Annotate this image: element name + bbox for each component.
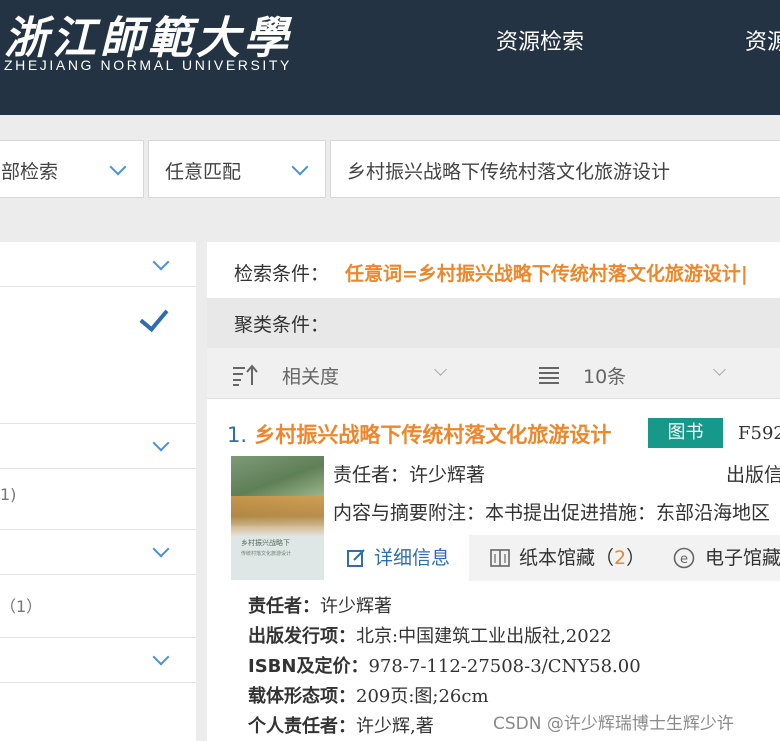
facet-header[interactable] [0, 242, 196, 287]
tab-detail-info[interactable]: 详细信息 [333, 535, 469, 581]
detail-responsible: 责任者：许少辉著 [248, 596, 392, 617]
tab-detail-label: 详细信息 [374, 547, 451, 569]
detail-isbn: ISBN及定价：978-7-112-27508-3/CNY58.00 [248, 656, 641, 677]
summary-line: 内容与摘要附注：本书提出促进措施：东部沿海地区 [333, 502, 771, 524]
call-number: F592 [738, 423, 780, 444]
search-conditions-value: 任意词=乡村振兴战略下传统村落文化旅游设计| [345, 263, 748, 285]
tab-paper-label: 纸本馆藏（2） [519, 547, 646, 569]
facet-item[interactable]: （1） [0, 575, 196, 638]
cover-subtitle: 传统村落文化旅游设计 [241, 551, 292, 557]
chevron-down-icon [152, 540, 170, 558]
university-logo-english: ZHEJIANG NORMAL UNIVERSITY [4, 57, 292, 73]
chevron-down-icon [109, 158, 127, 176]
facet-header[interactable] [0, 638, 196, 683]
detail-personal-responsible: 个人责任者：许少辉,著 [248, 716, 434, 737]
search-input[interactable]: 乡村振兴战略下传统村落文化旅游设计 [330, 140, 780, 198]
tab-paper-holdings[interactable]: 纸本馆藏（2） [483, 535, 646, 581]
cluster-conditions: 聚类条件： [207, 298, 780, 348]
nav-resource-2[interactable]: 资源 [745, 24, 780, 56]
result-title[interactable]: 1. 乡村振兴战略下传统村落文化旅游设计 [227, 419, 611, 449]
edit-icon [347, 549, 365, 567]
detail-physical: 载体形态项：209页:图;26cm [248, 686, 489, 707]
result-title-text: 乡村振兴战略下传统村落文化旅游设计 [254, 423, 612, 447]
search-conditions: 检索条件： 任意词=乡村振兴战略下传统村落文化旅游设计| [207, 242, 780, 298]
tab-electronic-holdings[interactable]: e 电子馆藏 [667, 535, 780, 581]
type-badge: 图书 [648, 418, 723, 448]
search-scope-select[interactable]: 部检索 [0, 140, 144, 198]
nav-resource-search[interactable]: 资源检索 [496, 24, 584, 56]
facet-panel: 1) （1） [0, 242, 196, 741]
chevron-down-icon [434, 363, 447, 376]
cluster-conditions-label: 聚类条件： [234, 314, 330, 336]
sort-toolbar: 相关度 10条 [207, 348, 780, 399]
per-page-select[interactable]: 10条 [583, 362, 626, 389]
responsible-line: 责任者：许少辉著 [333, 464, 486, 486]
match-mode-value: 任意匹配 [165, 161, 242, 183]
chevron-down-icon [152, 253, 170, 271]
match-mode-select[interactable]: 任意匹配 [148, 140, 326, 198]
results-panel: 检索条件： 任意词=乡村振兴战略下传统村落文化旅游设计| 聚类条件： 相关度 1… [207, 242, 780, 741]
watermark: CSDN @许少辉瑞博士生辉少许 [493, 714, 734, 734]
chevron-down-icon [291, 158, 309, 176]
sort-icon [233, 364, 258, 386]
result-tabs: 详细信息 纸本馆藏（2） e 电子馆藏 [333, 535, 780, 581]
cover-art [231, 496, 324, 536]
chevron-down-icon [713, 363, 726, 376]
search-scope-value: 部检索 [1, 161, 59, 183]
result-number: 1. [227, 423, 248, 447]
list-icon [539, 367, 559, 384]
paper-holdings-count: 2 [614, 547, 627, 569]
facet-item[interactable]: 1) [0, 469, 196, 530]
site-header: 浙江師範大學 ZHEJIANG NORMAL UNIVERSITY 资源检索 资… [0, 0, 780, 115]
chevron-down-icon [152, 434, 170, 452]
facet-count: 1) [0, 485, 17, 504]
book-cover[interactable]: 乡村振兴战略下 传统村落文化旅游设计 [231, 456, 324, 580]
detail-publisher: 出版发行项：北京:中国建筑工业出版社,2022 [248, 626, 612, 647]
facet-header[interactable] [0, 530, 196, 575]
sort-order-select[interactable]: 相关度 [282, 362, 339, 389]
facet-header[interactable] [0, 424, 196, 469]
chevron-down-icon [152, 648, 170, 666]
book-icon [490, 549, 510, 567]
search-query: 乡村振兴战略下传统村落文化旅游设计 [347, 161, 671, 183]
search-conditions-label: 检索条件： [234, 263, 330, 285]
facet-group [0, 287, 196, 424]
svg-text:e: e [680, 552, 688, 567]
e-icon: e [673, 547, 695, 569]
cover-title: 乡村振兴战略下 [241, 539, 290, 547]
facet-count: （1） [0, 597, 43, 616]
tab-electronic-label: 电子馆藏 [705, 547, 780, 569]
publisher-line: 出版信 [726, 464, 780, 486]
